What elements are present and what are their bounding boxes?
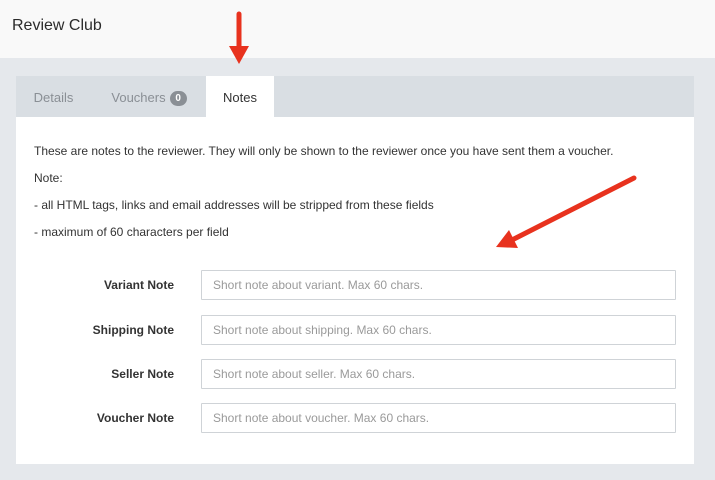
voucher-note-label: Voucher Note	[96, 411, 174, 425]
notes-description: These are notes to the reviewer. They wi…	[34, 144, 684, 252]
variant-note-label: Variant Note	[103, 278, 174, 292]
tab-vouchers-label: Vouchers	[111, 90, 166, 105]
tab-details-label: Details	[33, 90, 74, 105]
app-title: Review Club	[12, 17, 102, 34]
tab-notes-label: Notes	[223, 90, 257, 105]
variant-note-input[interactable]	[201, 270, 676, 300]
vouchers-count-badge: 0	[169, 91, 187, 106]
tab-vouchers[interactable]: Vouchers 0	[94, 76, 204, 117]
notes-rule-max-chars: - maximum of 60 characters per field	[34, 225, 229, 239]
variant-note-row: Variant Note	[16, 270, 694, 300]
tab-notes[interactable]: Notes	[206, 76, 274, 118]
shipping-note-label: Shipping Note	[92, 323, 174, 337]
voucher-note-row: Voucher Note	[16, 403, 694, 433]
seller-note-row: Seller Note	[16, 359, 694, 389]
shipping-note-row: Shipping Note	[16, 315, 694, 345]
review-panel: Details Vouchers 0 Notes These are notes …	[16, 76, 694, 464]
notes-rule-html: - all HTML tags, links and email address…	[34, 198, 434, 212]
shipping-note-input[interactable]	[201, 315, 676, 345]
seller-note-label: Seller Note	[111, 367, 174, 381]
tab-details[interactable]: Details	[16, 76, 91, 117]
tab-bar: Details Vouchers 0 Notes	[16, 76, 694, 118]
notes-heading: Note:	[34, 171, 63, 185]
top-header: Review Club	[0, 0, 715, 58]
voucher-note-input[interactable]	[201, 403, 676, 433]
notes-intro-text: These are notes to the reviewer. They wi…	[34, 144, 614, 158]
seller-note-input[interactable]	[201, 359, 676, 389]
